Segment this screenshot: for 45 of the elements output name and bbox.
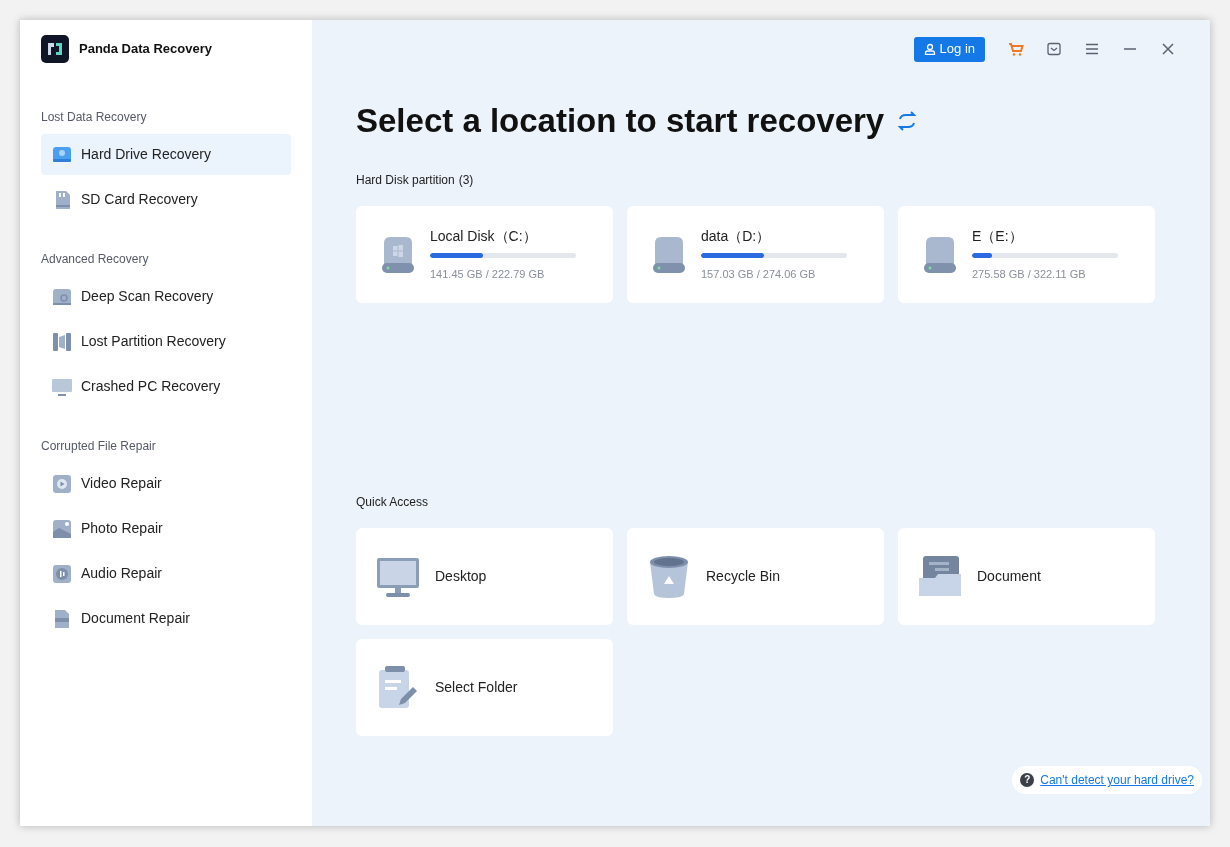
quick-access-label: Desktop bbox=[435, 567, 487, 586]
section-title: Hard Disk partition bbox=[356, 172, 455, 189]
partition-card[interactable]: E（E:） 275.58 GB / 322.11 GB bbox=[898, 206, 1155, 303]
partition-icon bbox=[51, 330, 73, 353]
section-title: Lost Data Recovery bbox=[41, 109, 148, 126]
sidebar-item[interactable]: Document Repair bbox=[41, 598, 291, 639]
sidebar-item[interactable]: Photo Repair bbox=[41, 508, 291, 549]
quick-access-card[interactable]: Recycle Bin bbox=[627, 528, 884, 625]
quick-access-card[interactable]: Select Folder bbox=[356, 639, 613, 736]
sidebar-item[interactable]: Video Repair bbox=[41, 463, 291, 504]
quick-access-card[interactable]: Desktop bbox=[356, 528, 613, 625]
sidebar-item[interactable]: Crashed PC Recovery bbox=[41, 366, 291, 407]
audio-icon bbox=[51, 562, 73, 585]
app-logo-icon bbox=[41, 35, 69, 63]
quick-access-card[interactable]: Document bbox=[898, 528, 1155, 625]
partition-name: E（E:） bbox=[972, 227, 1024, 247]
sidebar-item[interactable]: SD Card Recovery bbox=[41, 179, 291, 220]
help-icon: ? bbox=[1020, 773, 1035, 787]
app-title: Panda Data Recovery bbox=[79, 40, 212, 59]
partition-name: data（D:） bbox=[701, 227, 772, 247]
play-icon bbox=[51, 472, 73, 495]
refresh-icon[interactable] bbox=[896, 109, 919, 132]
mail-icon[interactable] bbox=[1045, 40, 1063, 58]
sidebar-item[interactable]: Deep Scan Recovery bbox=[41, 276, 291, 317]
page-heading: Select a location to start recovery bbox=[356, 104, 885, 137]
image-icon bbox=[51, 517, 73, 540]
partition-card[interactable]: Local Disk（C:） 141.45 GB / 222.79 GB bbox=[356, 206, 613, 303]
partition-usage: 141.45 GB / 222.79 GB bbox=[430, 267, 546, 283]
sidebar-item[interactable]: Audio Repair bbox=[41, 553, 291, 594]
sidebar-item[interactable]: Hard Drive Recovery bbox=[41, 134, 291, 175]
partition-usage: 275.58 GB / 322.11 GB bbox=[972, 267, 1087, 283]
section-title: Quick Access bbox=[356, 494, 430, 511]
login-button[interactable]: Log in bbox=[913, 36, 985, 62]
partition-name: Local Disk（C:） bbox=[430, 227, 538, 247]
sidebar-item[interactable]: Lost Partition Recovery bbox=[41, 321, 291, 362]
quick-access-label: Select Folder bbox=[435, 678, 518, 697]
section-title: Advanced Recovery bbox=[41, 251, 150, 268]
quick-access-label: Recycle Bin bbox=[706, 567, 780, 586]
quick-access-label: Document bbox=[977, 567, 1041, 586]
partition-usage: 157.03 GB / 274.06 GB bbox=[701, 267, 817, 283]
section-title: Corrupted File Repair bbox=[41, 438, 157, 455]
help-link[interactable]: Can't detect your hard drive? bbox=[1040, 771, 1194, 789]
user-icon bbox=[923, 43, 936, 55]
partition-card[interactable]: data（D:） 157.03 GB / 274.06 GB bbox=[627, 206, 884, 303]
partition-count: (3) bbox=[458, 172, 474, 189]
